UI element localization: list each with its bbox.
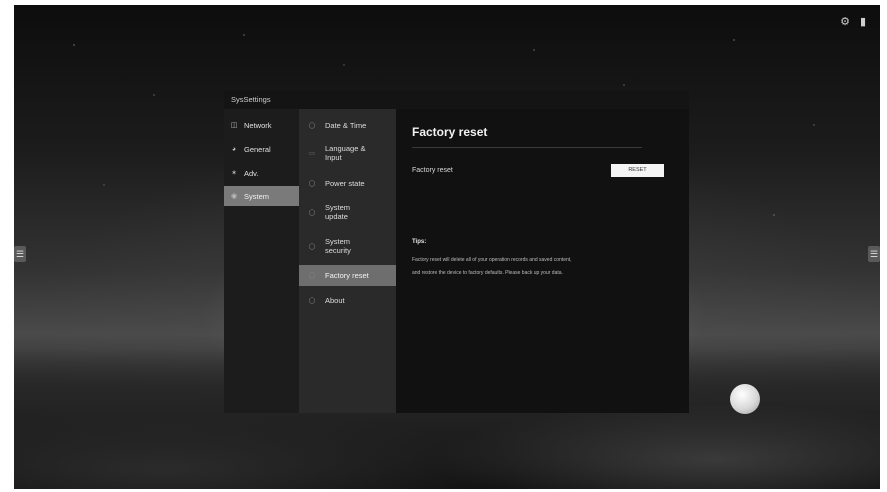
info-icon: ◯ <box>308 297 316 304</box>
nav-general[interactable]: ◕ General <box>224 139 299 159</box>
sys-settings-window: SysSettings ◫ Network ◕ General ✶ Adv. ◉ <box>224 91 689 413</box>
nav-system[interactable]: ◉ System <box>224 186 299 206</box>
left-sidebar-toggle-icon[interactable]: ☰ <box>14 246 26 262</box>
network-icon: ◫ <box>230 122 238 129</box>
general-icon: ◕ <box>231 145 237 153</box>
nav-system-update[interactable]: ◯ System update <box>299 198 396 226</box>
usb-icon: ▮ <box>859 16 866 28</box>
nav-date-time[interactable]: ◯ Date & Time <box>299 117 396 133</box>
nav-power-state[interactable]: ◯ Power state <box>299 175 396 191</box>
tips-text: Factory reset will delete all of your op… <box>412 254 677 280</box>
nav-system-label: System <box>244 191 270 201</box>
nav-language-input-label: Language & Input <box>325 144 366 162</box>
keyboard-icon: ▭ <box>309 150 315 157</box>
tips-line-1: Factory reset will delete all of your op… <box>412 257 572 263</box>
reset-button[interactable]: RESET <box>611 164 664 177</box>
primary-nav: ◫ Network ◕ General ✶ Adv. ◉ System <box>224 109 299 413</box>
nav-advanced[interactable]: ✶ Adv. <box>224 163 299 183</box>
nav-network[interactable]: ◫ Network <box>224 115 299 135</box>
content-panel: Factory reset Factory reset RESET Tips: … <box>396 109 689 413</box>
nav-system-security-label: System security <box>325 237 351 255</box>
network-icon: ⚙ <box>840 16 850 28</box>
nav-general-label: General <box>244 144 271 154</box>
factory-reset-row-label: Factory reset <box>412 167 453 174</box>
floating-assistant-ball[interactable] <box>730 384 760 414</box>
nav-system-security[interactable]: ◯ System security <box>299 232 396 260</box>
nav-network-label: Network <box>244 120 272 130</box>
nav-factory-reset[interactable]: ◯ Factory reset <box>299 265 396 286</box>
secondary-nav: ◯ Date & Time ▭ Language & Input ◯ Power… <box>299 109 396 413</box>
status-bar: ⚙ ▮ <box>840 15 866 28</box>
nav-advanced-label: Adv. <box>244 168 259 178</box>
nav-factory-reset-label: Factory reset <box>325 271 369 280</box>
clock-icon: ◯ <box>308 122 316 129</box>
title-divider <box>412 147 642 148</box>
power-icon: ◯ <box>308 180 316 187</box>
reset-icon: ◯ <box>308 273 316 279</box>
desktop-screen: ⚙ ▮ ☰ ☰ SysSettings ◫ Network ◕ General … <box>14 5 880 489</box>
nav-power-state-label: Power state <box>325 178 365 188</box>
nav-language-input[interactable]: ▭ Language & Input <box>299 139 396 167</box>
tips-title: Tips: <box>412 239 427 245</box>
shield-icon: ◯ <box>308 243 316 250</box>
nav-date-time-label: Date & Time <box>325 120 367 130</box>
page-title: Factory reset <box>412 125 488 139</box>
update-icon: ◯ <box>308 209 316 216</box>
right-sidebar-toggle-icon[interactable]: ☰ <box>868 246 880 262</box>
system-icon: ◉ <box>230 193 238 200</box>
nav-system-update-label: System update <box>325 203 351 221</box>
nav-about[interactable]: ◯ About <box>299 292 396 308</box>
window-title: SysSettings <box>224 91 689 109</box>
tips-line-2: and restore the device to factory defaul… <box>412 270 563 276</box>
nav-about-label: About <box>325 295 345 305</box>
advanced-icon: ✶ <box>231 170 237 177</box>
